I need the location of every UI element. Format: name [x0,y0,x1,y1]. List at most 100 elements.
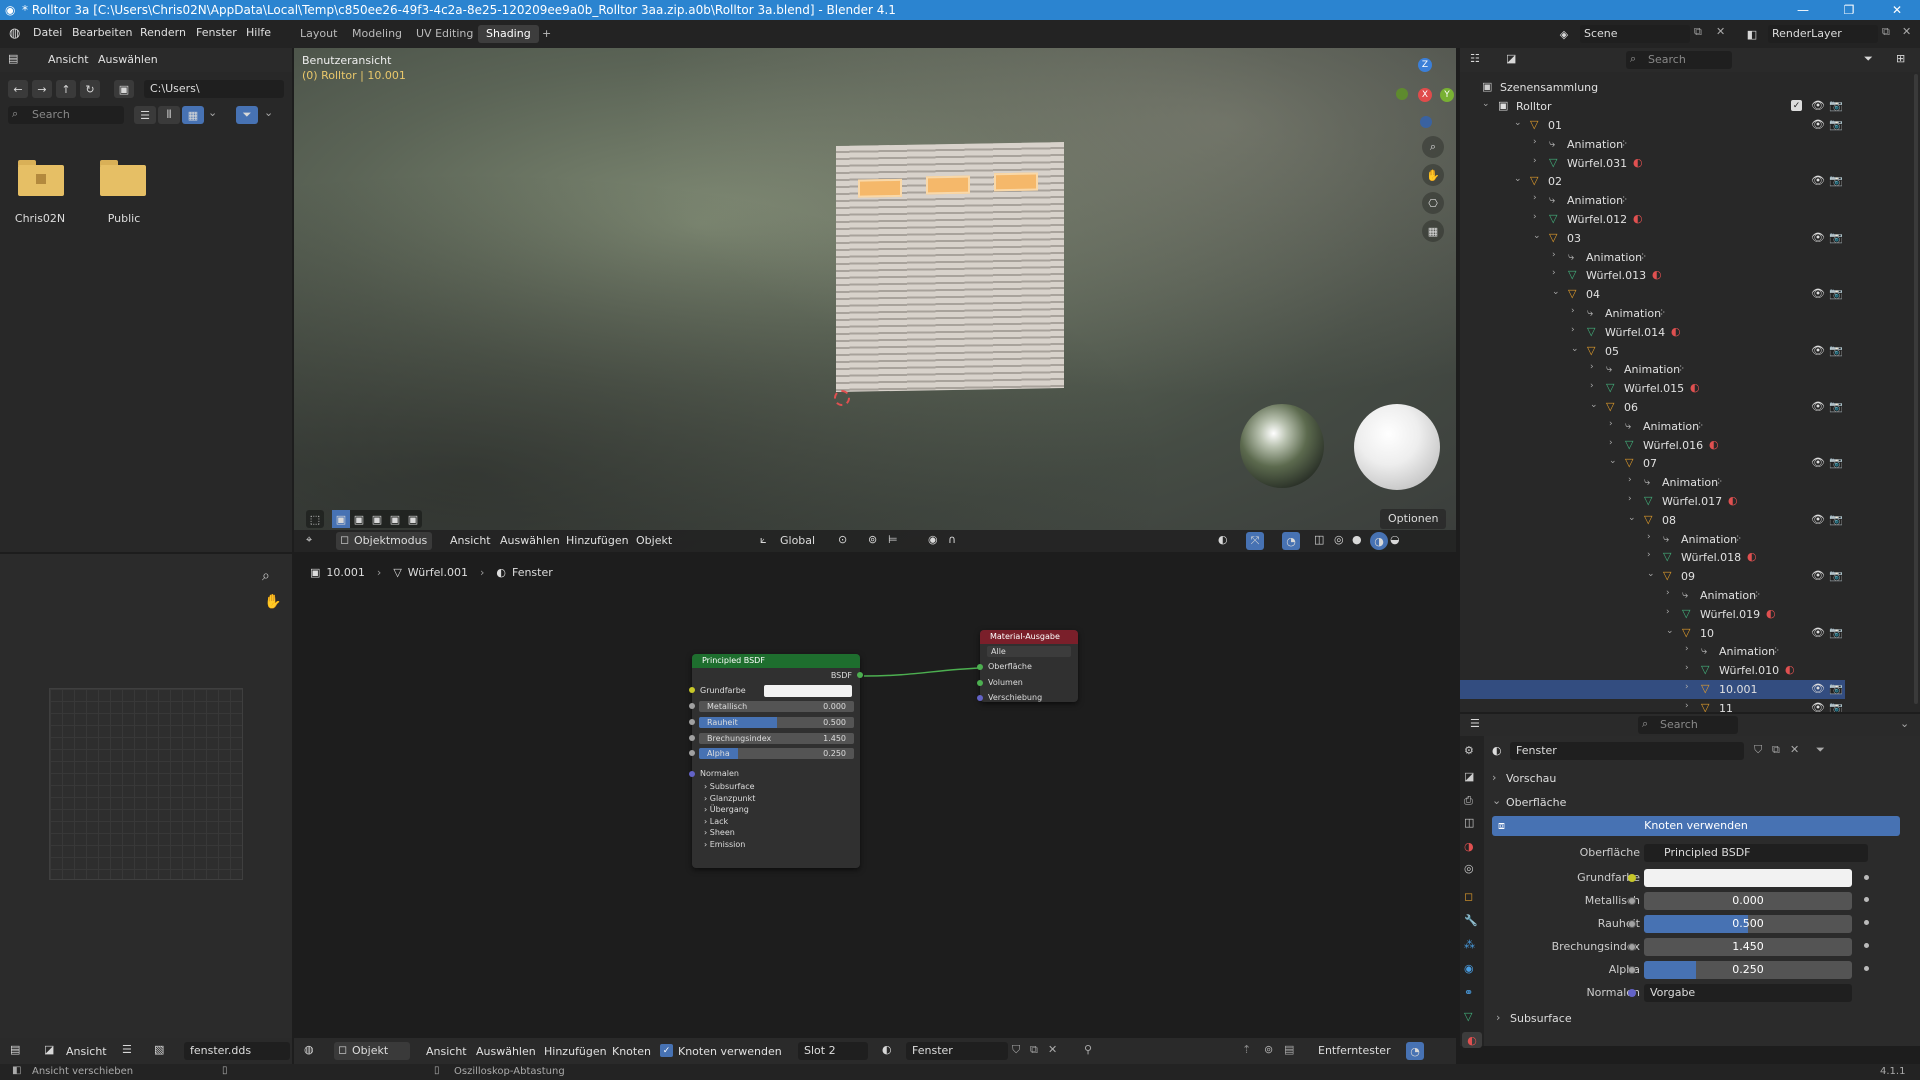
outliner-scrollbar[interactable] [1914,74,1918,704]
fake-user-icon[interactable]: ⛉ [1012,1043,1020,1057]
node-slider[interactable]: Brechungsindex 1.450 [699,732,854,744]
node-panel-toggle[interactable]: › Emission [704,840,745,849]
image-name-field[interactable]: fenster.dds [184,1042,290,1060]
chevron-right-icon[interactable]: › [1533,137,1543,147]
eye-icon[interactable]: 👁 [1811,287,1825,300]
normal-input[interactable]: Vorgabe [1644,984,1852,1002]
render-tab-icon[interactable]: ◪ [1464,770,1474,783]
unlink-material-icon[interactable]: ✕ [1048,1043,1057,1056]
outliner-row[interactable]: › ▽ 11 👁 📷 [1460,699,1845,712]
vp-menu-select[interactable]: Auswählen [500,534,560,547]
folder-item[interactable]: Chris02N [15,156,66,236]
eye-icon[interactable]: 👁 [1811,174,1825,187]
eye-icon[interactable]: 👁 [1811,626,1825,639]
uv-grid[interactable] [49,688,243,880]
keyframes-icon[interactable]: ⁘ [1733,532,1745,546]
input-socket[interactable] [689,734,695,741]
eye-icon[interactable]: 👁 [1811,118,1825,131]
material-name-field[interactable]: Fenster [906,1042,1008,1060]
camera-icon[interactable]: 📷 [1829,174,1843,187]
filter-dropdown-icon[interactable]: ⌄ [264,106,273,119]
surface-shader-selector[interactable]: Principled BSDF [1644,844,1868,862]
select-tool-icon[interactable]: ⬚ [306,510,324,528]
display-dropdown-icon[interactable]: ⌄ [208,106,217,119]
outliner-row[interactable]: › ⤷ Animation ⁘ [1460,360,1845,379]
property-slider[interactable]: 0.250 [1644,961,1852,979]
property-row[interactable]: Brechungsindex 1.450 [1484,936,1920,958]
outliner-row[interactable]: ⌄ ▽ 10 👁 📷 [1460,624,1845,643]
chevron-down-icon[interactable]: ⌄ [1666,626,1676,636]
navigation-gizmo[interactable]: Z Y X [1396,58,1456,138]
subsurface-panel-header[interactable]: › Subsurface [1484,1008,1920,1028]
material-icon[interactable]: ◐ [1633,212,1645,226]
scene-collection-row[interactable]: ▣ Szenensammlung [1460,78,1845,97]
outliner-row[interactable]: › ⤷ Animation ⁘ [1460,135,1845,154]
vp-menu-object[interactable]: Objekt [636,534,672,547]
outliner-row[interactable]: › ▽ Würfel.010 ◐ [1460,661,1845,680]
keyframe-dot[interactable] [1864,943,1869,948]
node-header[interactable]: Principled BSDF [692,654,860,668]
normal-socket[interactable] [689,771,695,777]
eye-icon[interactable]: 👁 [1811,456,1825,469]
use-nodes-checkbox[interactable]: ✓ [660,1044,673,1057]
node-slider[interactable]: Rauheit 0.500 [699,716,854,728]
outliner-row[interactable]: › ▽ Würfel.016 ◐ [1460,436,1845,455]
camera-icon[interactable]: 📷 [1829,99,1843,112]
chevron-down-icon[interactable]: ⌄ [1514,118,1524,128]
material-preview-icon[interactable]: ◑ [1370,532,1388,550]
image-mode-icon[interactable]: ◪ [44,1043,54,1056]
thumbnail-view-icon[interactable]: ▦ [182,106,204,124]
node-header[interactable]: Material-Ausgabe [980,630,1078,644]
chevron-right-icon[interactable]: › [1647,550,1657,560]
chevron-down-icon[interactable]: ⌄ [1482,99,1492,109]
eye-icon[interactable]: 👁 [1811,513,1825,526]
keyframes-icon[interactable]: ⁘ [1676,362,1688,376]
keyframes-icon[interactable]: ⁘ [1619,193,1631,207]
eye-icon[interactable]: 👁 [1811,569,1825,582]
camera-icon[interactable]: 📷 [1829,456,1843,469]
filter-icon[interactable]: ⏷ [236,106,258,124]
pan-hand-icon[interactable]: ✋ [1422,164,1444,186]
visibility-icon[interactable]: ◐ [1218,533,1228,546]
vp-menu-view[interactable]: Ansicht [450,534,491,547]
keyframe-dot[interactable] [1864,920,1869,925]
node-panel-toggle[interactable]: › Lack [704,817,728,826]
surface-socket[interactable] [977,664,983,670]
outliner-row[interactable]: › ▽ Würfel.013 ◐ [1460,266,1845,285]
material-icon[interactable]: ◐ [1709,438,1721,452]
eye-icon[interactable]: 👁 [1811,400,1825,413]
editor-type-icon[interactable]: ☰ [1470,717,1480,730]
ne-menu-view[interactable]: Ansicht [426,1045,467,1058]
chevron-right-icon[interactable]: › [1533,212,1543,222]
editor-type-icon[interactable]: ☷ [1470,52,1480,65]
duplicate-material-icon[interactable]: ⧉ [1772,743,1780,757]
outliner-row[interactable]: › ▽ Würfel.031 ◐ [1460,154,1845,173]
scene-icon[interactable]: ◈ [1552,25,1576,43]
y-axis-icon[interactable]: Y [1440,88,1454,102]
minimize-button[interactable]: — [1780,0,1826,20]
material-icon[interactable]: ◐ [1671,325,1683,339]
constraints-tab-icon[interactable]: ⚭ [1464,986,1473,999]
camera-icon[interactable]: 📷 [1829,626,1843,639]
chevron-down-icon[interactable]: ⌄ [1609,456,1619,466]
outliner-row[interactable]: › ⤷ Animation ⁘ [1460,191,1845,210]
mode-selector[interactable]: Objektmodus [336,532,432,550]
outliner-row[interactable]: › ▽ Würfel.015 ◐ [1460,379,1845,398]
chevron-down-icon[interactable]: ⌄ [1571,344,1581,354]
vp-menu-add[interactable]: Hinzufügen [566,534,629,547]
editor-type-icon[interactable]: ▤ [8,52,18,65]
data-tab-icon[interactable]: ▽ [1464,1010,1472,1023]
chevron-right-icon[interactable]: › [1609,438,1619,448]
tool-tab-icon[interactable]: ⚙ [1464,744,1474,757]
eye-icon[interactable]: 👁 [1811,344,1825,357]
chevron-down-icon[interactable]: ⌄ [1647,569,1657,579]
view-layer-tab-icon[interactable]: ◫ [1464,816,1474,829]
material-tab-icon[interactable]: ◐ [1462,1032,1482,1048]
scene-remove-icon[interactable]: ✕ [1716,25,1725,38]
z-axis-icon[interactable]: Z [1418,58,1432,72]
material-icon[interactable]: ◐ [1747,550,1759,564]
chevron-right-icon[interactable]: › [1571,325,1581,335]
tab-uv-editing[interactable]: UV Editing [408,25,481,43]
chevron-right-icon[interactable]: › [1685,682,1695,692]
chevron-right-icon[interactable]: › [1571,306,1581,316]
